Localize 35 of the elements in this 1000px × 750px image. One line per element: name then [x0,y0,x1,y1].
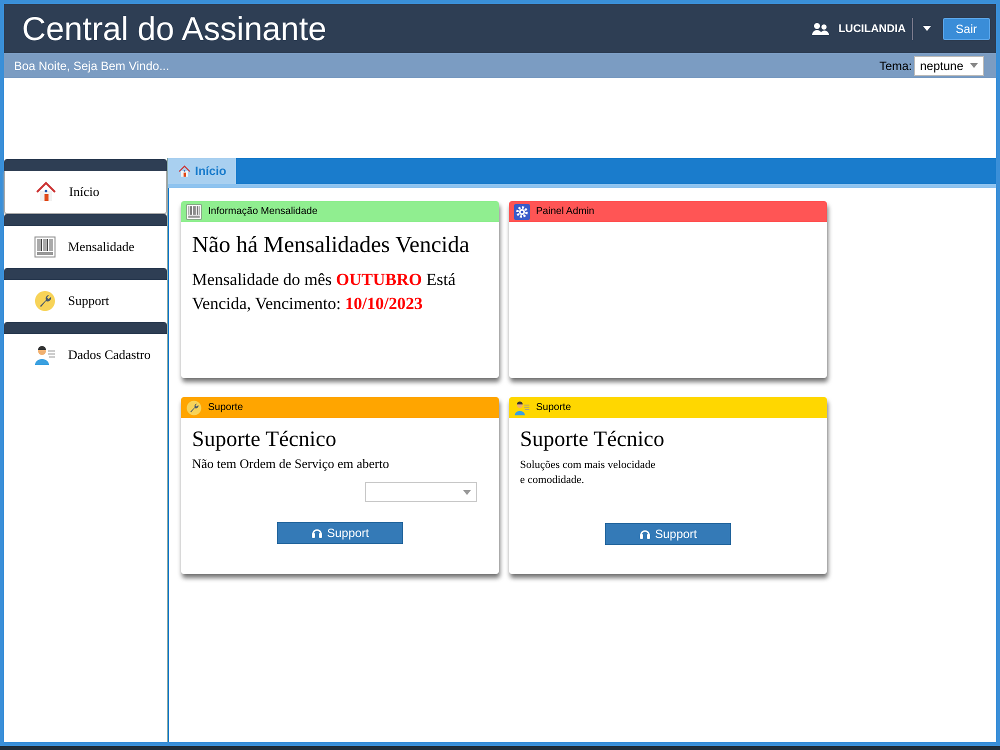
caret-icon [463,490,471,494]
headset-icon [638,528,651,540]
app-title: Central do Assinante [22,10,328,48]
house-icon [35,181,57,203]
house-icon [178,164,191,178]
gear-icon [514,204,530,220]
wrench-icon [34,290,56,312]
logout-button[interactable]: Sair [942,18,990,40]
card-heading: Não há Mensalidades Vencida [192,232,470,258]
caret-icon [970,63,978,68]
card-text: Soluções com mais velocidade [520,458,656,473]
barcode-icon [186,204,202,220]
person-icon [514,400,530,416]
users-icon [812,22,830,36]
wrench-icon [186,400,202,416]
card-title: Painel Admin [536,206,594,217]
due-message: Mensalidade do mês OUTUBRO Está Vencida, Vencimento: 10/10/2023 [192,269,456,315]
card-title: Informação Mensalidade [208,206,318,217]
card-text: Não tem Ordem de Serviço em aberto [192,456,390,472]
support-button[interactable]: Support [605,523,731,545]
card-title: Suporte [536,402,572,413]
sidebar-item[interactable]: Início [4,171,167,214]
card-text: e comodidade. [520,473,586,488]
caret-icon [922,26,931,31]
card-heading: Suporte Técnico [520,426,666,452]
card-title: Suporte [208,402,244,413]
barcode-icon [34,236,56,258]
headset-icon [310,527,323,539]
support-button[interactable]: Support [277,522,403,544]
card-heading: Suporte Técnico [192,426,338,452]
person-icon [34,344,56,366]
theme-label: Tema: [879,58,912,72]
theme-select[interactable]: neptune [914,56,984,76]
greeting-text: Boa Noite, Seja Bem Vindo... [14,58,170,72]
user-name[interactable]: LUCILANDIA [838,22,906,34]
